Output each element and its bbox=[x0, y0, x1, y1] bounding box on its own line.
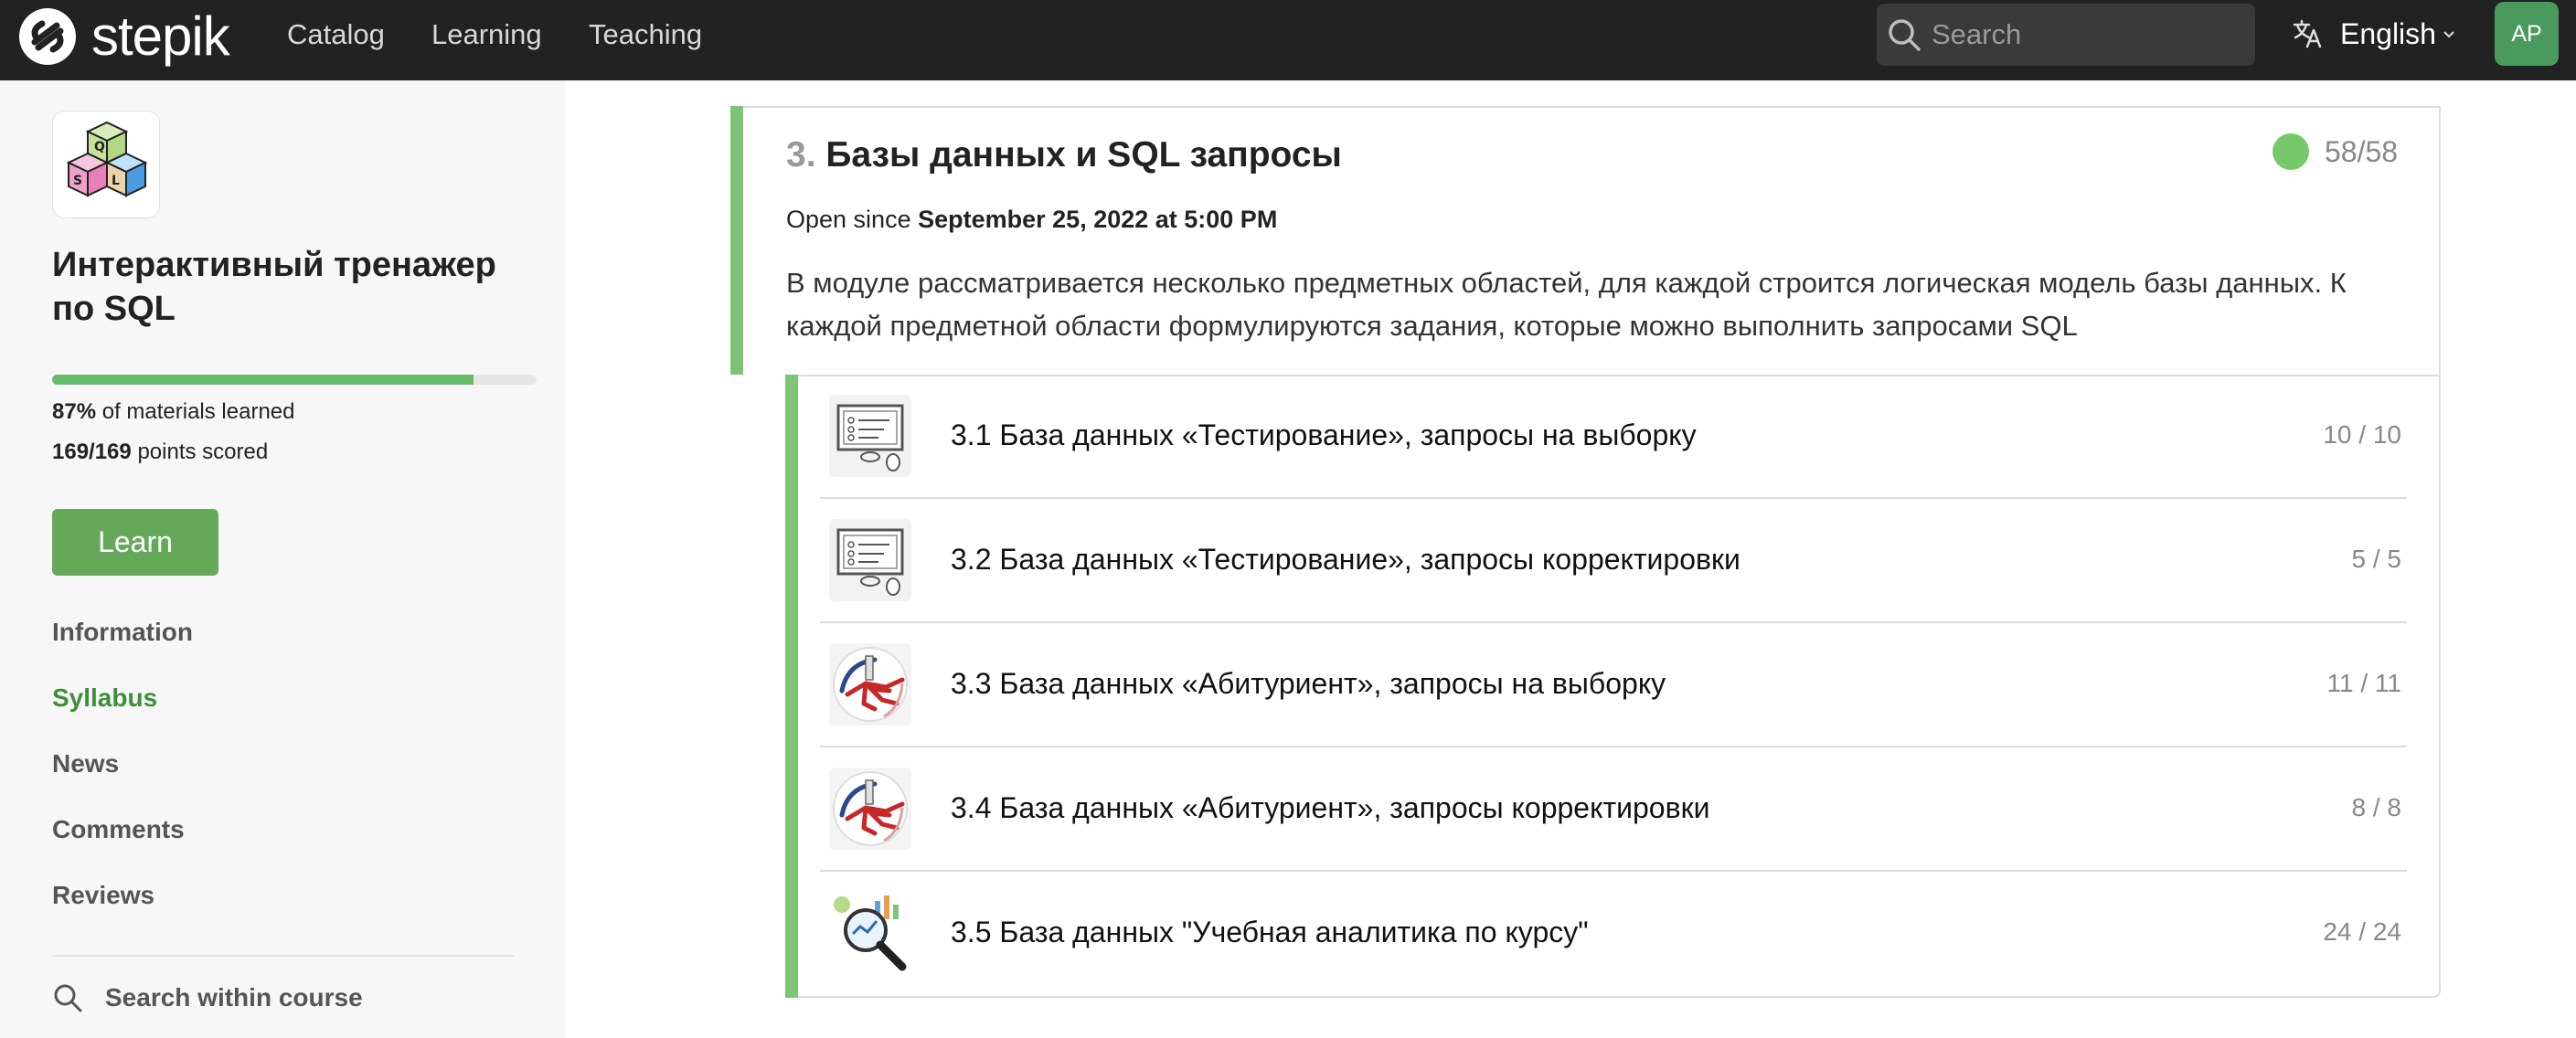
lesson-row-3-2[interactable]: 3.2 База данных «Тестирование», запросы … bbox=[820, 499, 2407, 623]
lesson-row-3-5[interactable]: 3.5 База данных "Учебная аналитика по ку… bbox=[820, 872, 2407, 996]
course-progress-fill bbox=[52, 375, 474, 385]
lesson-score: 8 / 8 bbox=[2351, 793, 2401, 821]
points-value: 169/169 bbox=[52, 440, 132, 464]
lesson-title: 3.4 База данных «Абитуриент», запросы ко… bbox=[951, 791, 1710, 824]
nav-learning[interactable]: Learning bbox=[431, 16, 542, 53]
top-navbar: stepik Catalog Learning Teaching English… bbox=[0, 0, 2576, 80]
stepik-logo-icon bbox=[19, 8, 76, 65]
lesson-title: 3.1 База данных «Тестирование», запросы … bbox=[951, 418, 1697, 451]
lesson-row-3-3[interactable]: 3.3 База данных «Абитуриент», запросы на… bbox=[820, 623, 2407, 747]
nav-teaching[interactable]: Teaching bbox=[589, 16, 702, 53]
lesson-score: 5 / 5 bbox=[2351, 545, 2401, 573]
module-score: 58/58 bbox=[2325, 135, 2399, 168]
module-number: 3. bbox=[786, 135, 816, 175]
search-icon bbox=[1889, 19, 1921, 51]
language-label: English bbox=[2340, 16, 2436, 50]
module-description: В модуле рассматривается несколько предм… bbox=[786, 267, 2347, 342]
search-within-course[interactable]: Search within course bbox=[52, 980, 363, 1016]
lesson-score: 11 / 11 bbox=[2326, 669, 2401, 697]
language-selector[interactable]: English bbox=[2291, 13, 2456, 55]
module-complete-indicator bbox=[2273, 133, 2309, 170]
module-open-since: Open since September 25, 2022 at 5:00 PM bbox=[786, 206, 1277, 234]
lesson-row-3-1[interactable]: 3.1 База данных «Тестирование», запросы … bbox=[820, 375, 2407, 499]
sidebar-link-information[interactable]: Information bbox=[52, 618, 193, 647]
test-monitor-icon bbox=[829, 519, 911, 601]
course-sidebar: Q S L Интерактивный тренажер по SQL 87% … bbox=[0, 80, 565, 1038]
module-accent-bar bbox=[730, 106, 743, 375]
graduate-icon bbox=[829, 768, 911, 850]
materials-suffix: of materials learned bbox=[101, 399, 295, 424]
lesson-list-accent-bar bbox=[785, 375, 798, 998]
search-icon bbox=[54, 984, 82, 1012]
translate-icon bbox=[2293, 19, 2322, 48]
module-title[interactable]: 3. Базы данных и SQL запросы bbox=[786, 135, 1342, 175]
nav-catalog[interactable]: Catalog bbox=[287, 16, 385, 53]
sidebar-link-news[interactable]: News bbox=[52, 749, 119, 778]
chevron-down-icon bbox=[2443, 31, 2454, 38]
test-monitor-icon bbox=[829, 395, 911, 477]
sidebar-link-comments[interactable]: Comments bbox=[52, 815, 185, 844]
lesson-score: 24 / 24 bbox=[2323, 917, 2401, 946]
open-since-date: September 25, 2022 at 5:00 PM bbox=[918, 206, 1278, 233]
course-title: Интерактивный тренажер по SQL bbox=[52, 246, 496, 328]
sidebar-link-syllabus[interactable]: Syllabus bbox=[52, 683, 157, 713]
user-avatar[interactable]: AP bbox=[2495, 2, 2559, 66]
course-logo: Q S L bbox=[52, 111, 160, 218]
analytics-magnifier-icon bbox=[829, 892, 911, 974]
learn-button[interactable]: Learn bbox=[52, 509, 218, 576]
lesson-title: 3.5 База данных "Учебная аналитика по ку… bbox=[951, 916, 1589, 948]
svg-text:L: L bbox=[112, 174, 120, 188]
course-progress-bar bbox=[52, 375, 537, 385]
brand-name: stepik bbox=[91, 5, 230, 67]
lesson-score: 10 / 10 bbox=[2323, 420, 2401, 449]
module-title-text: Базы данных и SQL запросы bbox=[825, 135, 1342, 175]
svg-text:Q: Q bbox=[94, 140, 105, 154]
global-search[interactable] bbox=[1877, 4, 2255, 66]
lesson-title: 3.3 База данных «Абитуриент», запросы на… bbox=[951, 667, 1666, 700]
open-since-prefix: Open since bbox=[786, 206, 911, 233]
svg-text:S: S bbox=[73, 174, 82, 188]
materials-learned-stat: 87% of materials learned bbox=[52, 399, 295, 425]
points-suffix: points scored bbox=[137, 440, 269, 464]
materials-percent: 87% bbox=[52, 399, 97, 424]
lesson-title: 3.2 База данных «Тестирование», запросы … bbox=[951, 543, 1740, 576]
sql-cubes-icon: Q S L bbox=[66, 121, 148, 197]
points-scored-stat: 169/169 points scored bbox=[52, 440, 268, 465]
lesson-row-3-4[interactable]: 3.4 База данных «Абитуриент», запросы ко… bbox=[820, 747, 2407, 872]
stepik-logo[interactable]: stepik bbox=[16, 4, 230, 69]
search-within-course-label: Search within course bbox=[105, 983, 363, 1012]
graduate-icon bbox=[829, 643, 911, 726]
search-input[interactable] bbox=[1932, 15, 2233, 55]
sidebar-divider bbox=[52, 955, 514, 957]
sidebar-link-reviews[interactable]: Reviews bbox=[52, 881, 154, 910]
